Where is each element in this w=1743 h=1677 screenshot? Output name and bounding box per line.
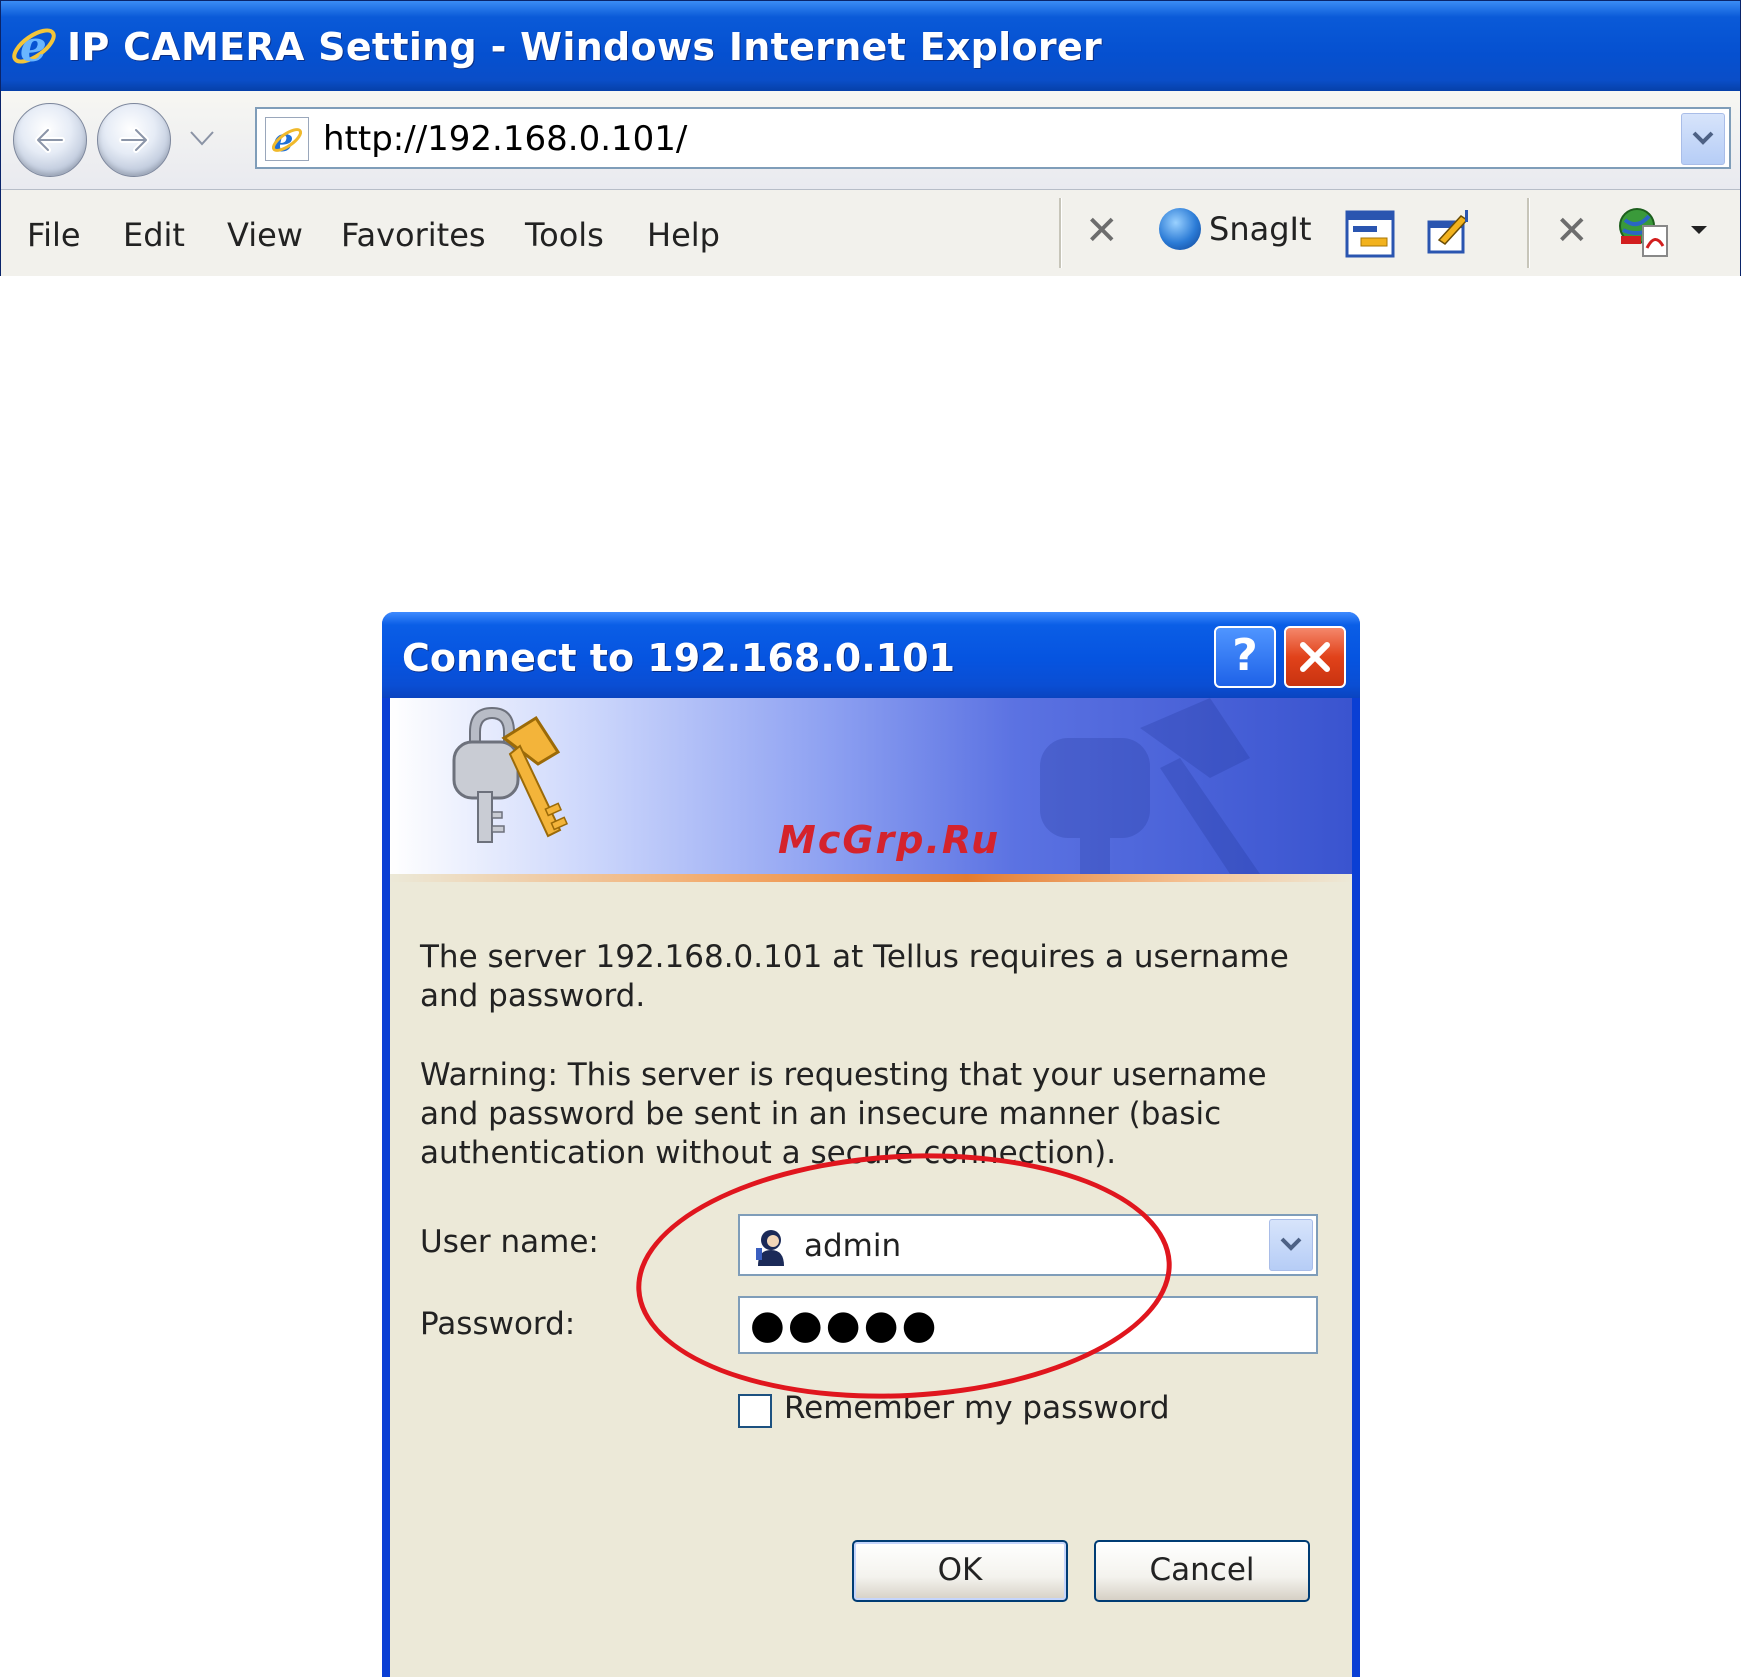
- user-icon: [756, 1230, 784, 1266]
- menu-help[interactable]: Help: [647, 216, 720, 254]
- warning-message: Warning: This server is requesting that …: [420, 1057, 1267, 1171]
- capture-edit-icon[interactable]: [1425, 208, 1475, 256]
- help-button[interactable]: ?: [1214, 626, 1276, 688]
- recent-pages-dropdown-icon[interactable]: [189, 129, 215, 147]
- toolbar-separator: [1059, 198, 1062, 268]
- address-dropdown-button[interactable]: [1681, 113, 1725, 165]
- ie-logo-icon: e: [12, 22, 56, 71]
- ok-button[interactable]: OK: [852, 1540, 1068, 1602]
- close-icon: [1300, 642, 1330, 672]
- banner-divider: [390, 874, 1352, 882]
- page-icon: e: [265, 117, 309, 161]
- menu-file[interactable]: File: [27, 216, 81, 254]
- dialog-titlebar: Connect to 192.168.0.101 ?: [382, 612, 1360, 698]
- chevron-down-icon: [1692, 131, 1714, 145]
- dialog-title: Connect to 192.168.0.101: [402, 636, 956, 680]
- cancel-button[interactable]: Cancel: [1094, 1540, 1310, 1602]
- menu-edit[interactable]: Edit: [123, 216, 185, 254]
- menu-bar: File Edit View Favorites Tools Help ✕ Sn…: [1, 190, 1740, 276]
- keys-watermark-icon: [1040, 698, 1260, 874]
- dialog-body: The server 192.168.0.101 at Tellus requi…: [390, 882, 1352, 1677]
- address-input[interactable]: e http://192.168.0.101/: [255, 107, 1731, 169]
- remember-password-checkbox[interactable]: [738, 1394, 772, 1428]
- chevron-down-icon: [1280, 1237, 1302, 1251]
- capture-window-icon[interactable]: [1345, 210, 1395, 258]
- svg-text:e: e: [20, 22, 47, 71]
- server-message: The server 192.168.0.101 at Tellus requi…: [420, 939, 1289, 1014]
- username-dropdown-button[interactable]: [1269, 1219, 1313, 1271]
- back-button[interactable]: [13, 103, 87, 177]
- close-button[interactable]: [1284, 626, 1346, 688]
- browser-titlebar: e IP CAMERA Setting - Windows Internet E…: [1, 1, 1740, 91]
- back-arrow-icon: [35, 127, 65, 153]
- username-label: User name:: [420, 1224, 599, 1260]
- menu-tools[interactable]: Tools: [525, 216, 604, 254]
- username-value: admin: [804, 1228, 902, 1264]
- password-label: Password:: [420, 1306, 576, 1342]
- forward-button[interactable]: [97, 103, 171, 177]
- snagit-label: SnagIt: [1209, 210, 1312, 248]
- address-text: http://192.168.0.101/: [323, 119, 688, 159]
- chevron-down-icon[interactable]: [1689, 224, 1709, 236]
- browser-window: e IP CAMERA Setting - Windows Internet E…: [0, 0, 1741, 276]
- dialog-banner: McGrp.Ru: [390, 698, 1352, 874]
- snagit-icon: [1159, 208, 1201, 250]
- keys-icon: [452, 706, 569, 843]
- address-toolbar: e http://192.168.0.101/: [1, 91, 1740, 190]
- web-to-pdf-icon[interactable]: [1617, 206, 1671, 258]
- menu-view[interactable]: View: [227, 216, 303, 254]
- password-input[interactable]: ●●●●●: [738, 1296, 1318, 1354]
- login-dialog: Connect to 192.168.0.101 ? McGrp.Ru The …: [382, 612, 1360, 1677]
- toolbar-close-icon[interactable]: ✕: [1085, 208, 1119, 254]
- menu-favorites[interactable]: Favorites: [341, 216, 486, 254]
- toolbar-separator: [1527, 198, 1530, 268]
- username-combobox[interactable]: admin: [738, 1214, 1318, 1276]
- forward-arrow-icon: [119, 127, 149, 153]
- remember-password-label[interactable]: Remember my password: [784, 1390, 1170, 1426]
- password-mask: ●●●●●: [750, 1302, 940, 1348]
- browser-title: IP CAMERA Setting - Windows Internet Exp…: [67, 25, 1103, 69]
- watermark-text: McGrp.Ru: [778, 818, 1001, 862]
- toolbar-close-icon[interactable]: ✕: [1555, 208, 1589, 254]
